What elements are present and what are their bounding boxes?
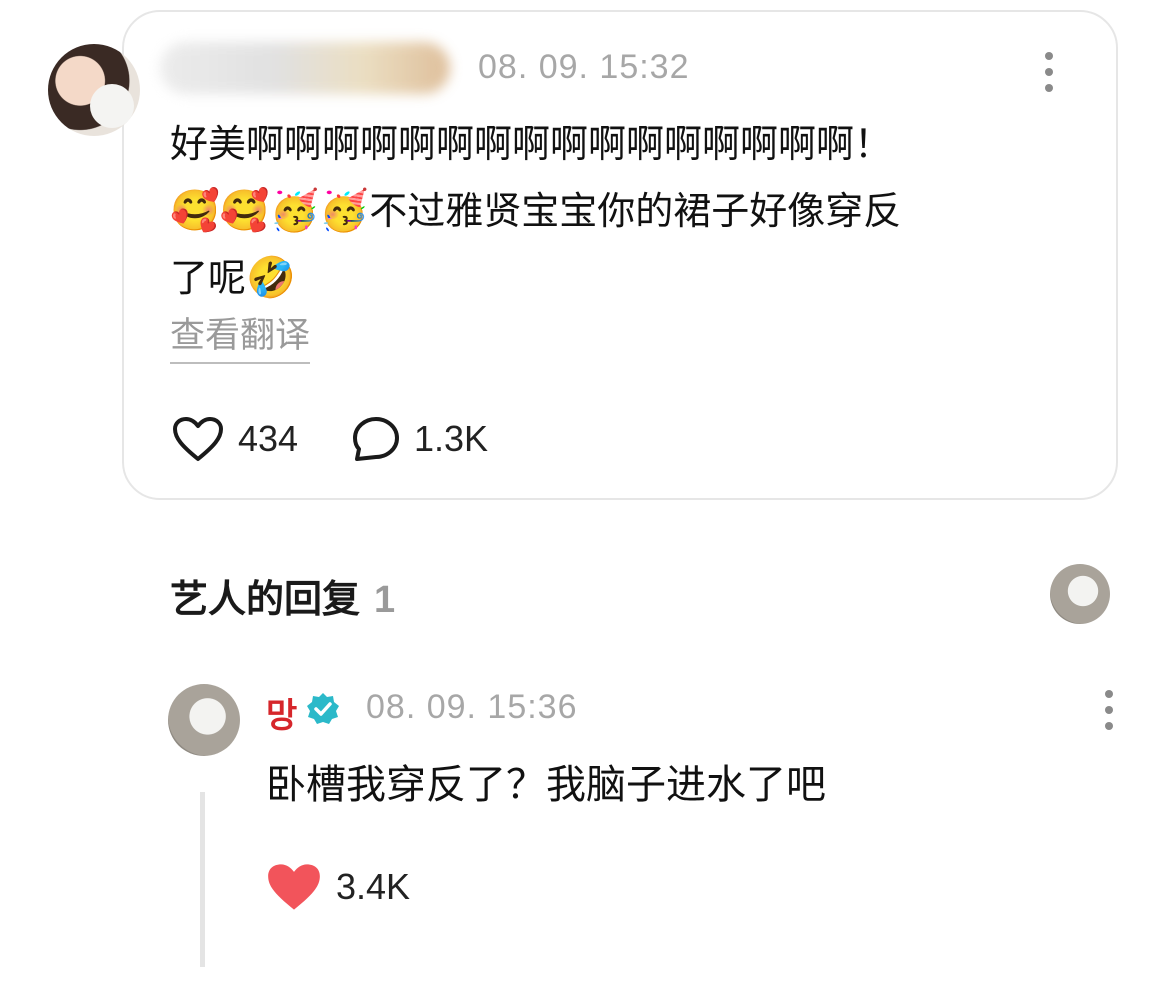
like-button[interactable]: 434 (172, 416, 298, 462)
commenter-avatar[interactable] (48, 44, 140, 136)
emoji-row: 🥰🥰🥳🥳 (170, 189, 370, 233)
like-count: 434 (238, 418, 299, 459)
reply-timestamp: 08. 09. 15:36 (366, 688, 578, 726)
comment-body: 好美啊啊啊啊啊啊啊啊啊啊啊啊啊啊啊啊！ 🥰🥰🥳🥳不过雅贤宝宝你的裙子好像穿反 了… (170, 112, 1070, 312)
reply-author-avatar[interactable] (168, 684, 240, 756)
comment-timestamp: 08. 09. 15:32 (478, 48, 690, 86)
reply-author-name[interactable]: 망 (266, 688, 297, 737)
heart-filled-icon (268, 864, 320, 910)
comment-text-line-2: 🥰🥰🥳🥳不过雅贤宝宝你的裙子好像穿反 (170, 178, 1070, 245)
rofl-emoji: 🤣 (246, 256, 296, 300)
more-vertical-icon (1105, 690, 1113, 698)
artist-replies-header: 艺人的回复 1 (170, 568, 395, 623)
artist-replies-title: 艺人的回复 (170, 579, 361, 621)
comment-text-line-2-text: 不过雅贤宝宝你的裙子好像穿反 (369, 191, 902, 233)
commenter-name-blurred[interactable] (160, 42, 450, 94)
reply-like-button[interactable]: 3.4K (266, 862, 410, 912)
artist-avatar-small[interactable] (1050, 564, 1110, 624)
more-vertical-icon (1045, 52, 1053, 60)
comment-more-button[interactable] (1045, 52, 1055, 92)
comment-text-line-1: 好美啊啊啊啊啊啊啊啊啊啊啊啊啊啊啊啊！ (170, 124, 893, 166)
see-translation-link[interactable]: 查看翻译 (170, 312, 311, 364)
reply-thread-line (200, 792, 205, 967)
reply-like-count: 3.4K (336, 866, 411, 907)
verified-badge-icon (307, 693, 339, 724)
comment-text-line-3: 了呢🤣 (170, 245, 1070, 312)
artist-replies-count: 1 (374, 579, 396, 621)
heart-outline-icon (173, 417, 223, 461)
comment-text-line-3-text: 了呢 (170, 258, 247, 300)
speech-bubble-icon (353, 417, 399, 461)
reply-more-button[interactable] (1105, 690, 1115, 730)
reply-count: 1.3K (414, 418, 489, 459)
reply-body: 卧槽我穿反了？我脑子进水了吧 (266, 763, 826, 807)
reply-button[interactable]: 1.3K (352, 416, 488, 462)
